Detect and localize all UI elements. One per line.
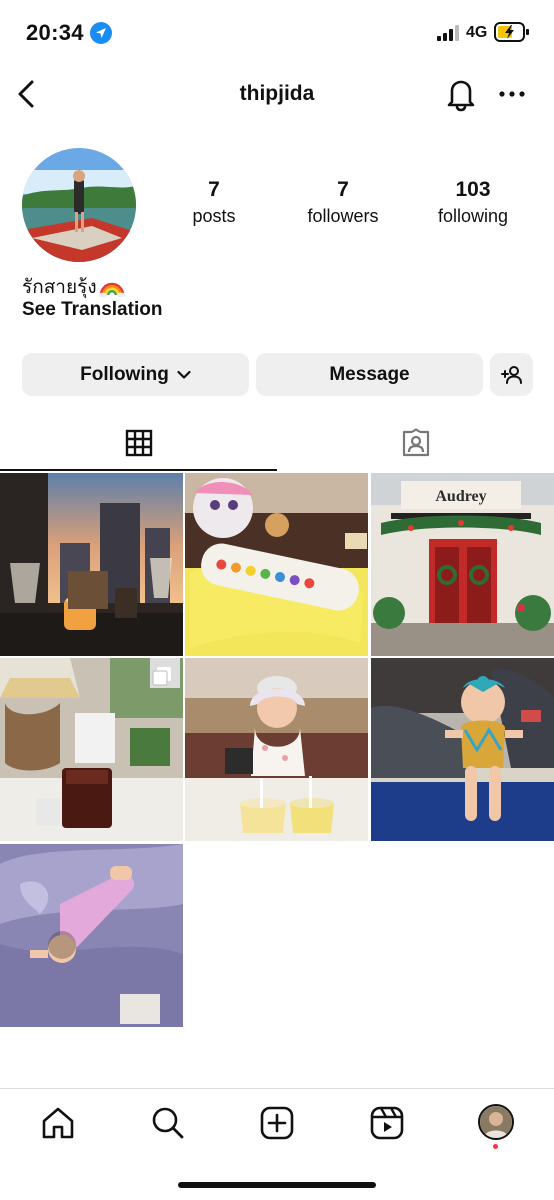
- followers-count: 7: [337, 178, 349, 201]
- stat-followers[interactable]: 7 followers: [288, 176, 398, 228]
- more-horizontal-icon[interactable]: [498, 84, 526, 104]
- post-tile-4[interactable]: [0, 658, 183, 841]
- post-tile-7[interactable]: [0, 844, 183, 1027]
- see-translation-link[interactable]: See Translation: [22, 299, 162, 321]
- chevron-down-icon: [177, 370, 191, 379]
- shop-sign-text: Audrey: [435, 488, 486, 505]
- posts-count: 7: [208, 178, 220, 201]
- posts-label: posts: [192, 206, 236, 226]
- tagged-person-icon: [402, 428, 429, 457]
- add-user-icon: [500, 365, 522, 384]
- status-time: 20:34: [26, 20, 84, 45]
- location-arrow-icon: [90, 22, 112, 44]
- following-button[interactable]: Following: [22, 353, 249, 396]
- add-user-button[interactable]: [490, 353, 533, 396]
- home-icon[interactable]: [40, 1105, 76, 1141]
- profile-avatar[interactable]: [22, 148, 136, 262]
- bio-text: รักสายรุ้ง: [22, 277, 97, 298]
- bio-name: รักสายรุ้ง: [22, 272, 125, 302]
- reels-icon[interactable]: [369, 1105, 405, 1141]
- stat-following[interactable]: 103 following: [418, 176, 528, 228]
- network-label: 4G: [466, 24, 488, 41]
- search-icon[interactable]: [150, 1105, 186, 1141]
- following-label: following: [437, 206, 509, 226]
- grid-icon: [125, 429, 152, 457]
- followers-label: followers: [307, 206, 379, 226]
- multi-photo-icon: [152, 667, 171, 686]
- message-button[interactable]: Message: [256, 353, 483, 396]
- following-count: 103: [455, 178, 491, 201]
- notification-dot: [493, 1144, 498, 1149]
- post-tile-3[interactable]: Audrey: [371, 473, 554, 656]
- following-button-label: Following: [80, 363, 169, 385]
- rainbow-icon: [98, 282, 125, 297]
- tab-posts-grid[interactable]: [0, 416, 277, 470]
- status-bar: 20:34 4G: [0, 0, 554, 66]
- post-tile-1[interactable]: [0, 473, 183, 656]
- tab-tagged[interactable]: [277, 416, 554, 470]
- active-tab-underline: [0, 469, 277, 471]
- message-button-label: Message: [329, 363, 410, 385]
- stat-posts[interactable]: 7 posts: [159, 176, 269, 228]
- signal-bars-icon: [437, 25, 459, 41]
- create-icon[interactable]: [259, 1105, 295, 1141]
- post-tile-5[interactable]: [185, 658, 368, 841]
- post-tile-6[interactable]: [371, 658, 554, 841]
- bell-icon[interactable]: [444, 76, 478, 112]
- battery-charging-icon: [494, 22, 529, 42]
- home-indicator: [178, 1182, 376, 1188]
- post-tile-2[interactable]: [185, 473, 368, 656]
- profile-nav-bar: thipjida: [0, 66, 554, 126]
- profile-tab-avatar[interactable]: [478, 1104, 514, 1140]
